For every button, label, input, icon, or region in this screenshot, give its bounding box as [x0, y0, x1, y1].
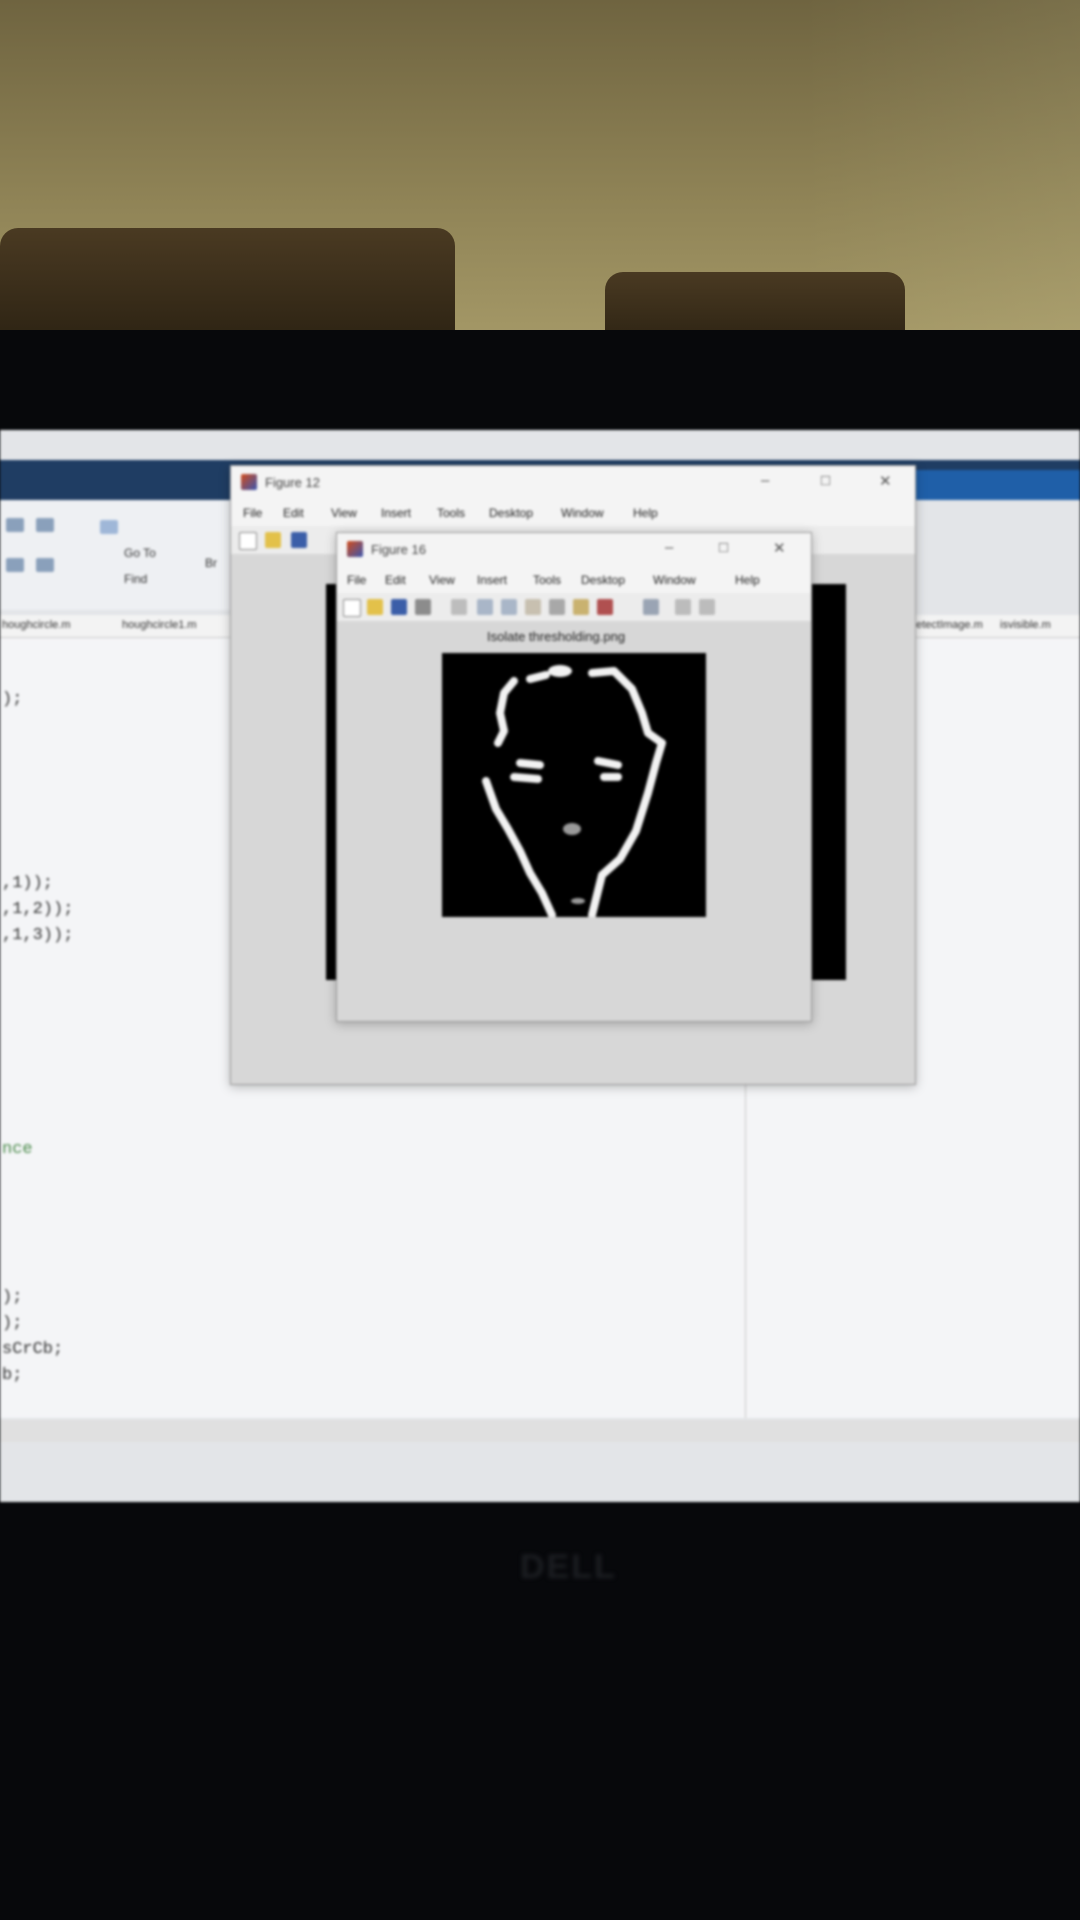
- goto-button[interactable]: Go To: [124, 546, 156, 560]
- open-file-icon[interactable]: [265, 532, 281, 548]
- edge-mouth: [571, 898, 585, 904]
- code-line: );: [2, 1314, 23, 1333]
- figure-toolbar: [337, 593, 811, 622]
- save-icon[interactable]: [291, 532, 307, 548]
- code-line: ,1,2));: [2, 900, 74, 919]
- menu-insert[interactable]: Insert: [381, 506, 411, 520]
- find-button[interactable]: Find: [124, 572, 147, 586]
- edge-left-cheek: [482, 777, 556, 917]
- menu-help[interactable]: Help: [735, 573, 760, 587]
- matlab-right-titlebar: [916, 470, 1080, 500]
- outdent-icon[interactable]: [36, 558, 54, 572]
- colorbar-icon[interactable]: [643, 599, 659, 615]
- pan-icon[interactable]: [525, 599, 541, 615]
- breakpoints-button[interactable]: Br: [205, 556, 217, 570]
- monitor-brand-logo: DELL: [520, 1548, 617, 1586]
- status-bar: [0, 1420, 1080, 1442]
- chair-left: [0, 228, 455, 338]
- menu-tools[interactable]: Tools: [533, 573, 561, 587]
- menu-tools[interactable]: Tools: [437, 506, 465, 520]
- legend-icon[interactable]: [675, 599, 691, 615]
- monitor-screen: Go To Find Br houghcircle.m houghcircle1…: [0, 430, 1080, 1502]
- menu-edit[interactable]: Edit: [283, 506, 304, 520]
- menu-desktop[interactable]: Desktop: [581, 573, 625, 587]
- comment-icon[interactable]: [36, 518, 54, 532]
- edge-left-head: [494, 677, 518, 747]
- edge-nose: [563, 823, 581, 835]
- code-line: );: [2, 1288, 23, 1307]
- close-icon[interactable]: ✕: [879, 472, 892, 490]
- figure-window-front[interactable]: Figure 16 – □ ✕ File Edit View Insert To…: [336, 532, 812, 1022]
- figure-menubar: File Edit View Insert Tools Desktop Wind…: [231, 500, 915, 526]
- menu-window[interactable]: Window: [561, 506, 604, 520]
- breakpoint-icon[interactable]: [100, 520, 118, 534]
- face-edge-drawing: [482, 665, 666, 917]
- menu-view[interactable]: View: [429, 573, 455, 587]
- close-icon[interactable]: ✕: [773, 539, 786, 557]
- edge-left-eye: [516, 759, 544, 769]
- code-line: nce: [2, 1140, 33, 1159]
- edge-right-face: [588, 667, 666, 917]
- matlab-figure-icon: [241, 474, 257, 490]
- insert-icon[interactable]: [6, 518, 24, 532]
- face-edge-image: [442, 653, 706, 917]
- figure-menubar: File Edit View Insert Tools Desktop Wind…: [337, 567, 811, 593]
- menu-window[interactable]: Window: [653, 573, 696, 587]
- menu-help[interactable]: Help: [633, 506, 658, 520]
- matlab-ribbon: Go To Find Br: [0, 500, 230, 610]
- menu-file[interactable]: File: [243, 506, 262, 520]
- code-line: ,1,3));: [2, 926, 74, 945]
- print-icon[interactable]: [415, 599, 431, 615]
- minimize-icon[interactable]: –: [761, 472, 769, 489]
- tab-houghcircle1[interactable]: houghcircle1.m: [122, 619, 197, 631]
- minimize-icon[interactable]: –: [665, 539, 673, 556]
- edge-top-blob: [548, 665, 572, 677]
- code-line: ,1));: [2, 874, 54, 893]
- rotate-icon[interactable]: [549, 599, 565, 615]
- tab-isvisible[interactable]: isvisible.m: [1000, 619, 1051, 631]
- new-figure-icon[interactable]: [239, 532, 257, 550]
- menu-insert[interactable]: Insert: [477, 573, 507, 587]
- hide-tools-icon[interactable]: [699, 599, 715, 615]
- zoom-in-icon[interactable]: [477, 599, 493, 615]
- edge-right-eye: [594, 757, 622, 769]
- open-file-icon[interactable]: [367, 599, 383, 615]
- pointer-icon[interactable]: [451, 599, 467, 615]
- menu-desktop[interactable]: Desktop: [489, 506, 533, 520]
- tab-detectimage[interactable]: detectImage.m: [910, 619, 983, 631]
- matlab-figure-icon: [347, 541, 363, 557]
- data-cursor-icon[interactable]: [573, 599, 589, 615]
- figure-titlebar[interactable]: Figure 12 – □ ✕: [231, 466, 915, 500]
- zoom-out-icon[interactable]: [501, 599, 517, 615]
- edge-top-left: [526, 671, 550, 683]
- code-line: );: [2, 690, 23, 709]
- axes-title: Isolate thresholding.png: [487, 629, 626, 644]
- new-figure-icon[interactable]: [343, 599, 361, 617]
- indent-icon[interactable]: [6, 558, 24, 572]
- figure-titlebar[interactable]: Figure 16 – □ ✕: [337, 533, 811, 567]
- maximize-icon[interactable]: □: [821, 472, 830, 489]
- save-icon[interactable]: [391, 599, 407, 615]
- brush-icon[interactable]: [597, 599, 613, 615]
- figure-title: Figure 12: [265, 475, 320, 490]
- figure-title: Figure 16: [371, 542, 426, 557]
- tab-houghcircle[interactable]: houghcircle.m: [2, 619, 70, 631]
- figure-canvas: Isolate thresholding.png: [337, 621, 811, 1021]
- edge-left-eye-lower: [510, 773, 542, 783]
- menu-file[interactable]: File: [347, 573, 366, 587]
- menu-edit[interactable]: Edit: [385, 573, 406, 587]
- code-line: b;: [2, 1366, 23, 1385]
- maximize-icon[interactable]: □: [719, 539, 728, 556]
- code-line: sCrCb;: [2, 1340, 64, 1359]
- menu-view[interactable]: View: [331, 506, 357, 520]
